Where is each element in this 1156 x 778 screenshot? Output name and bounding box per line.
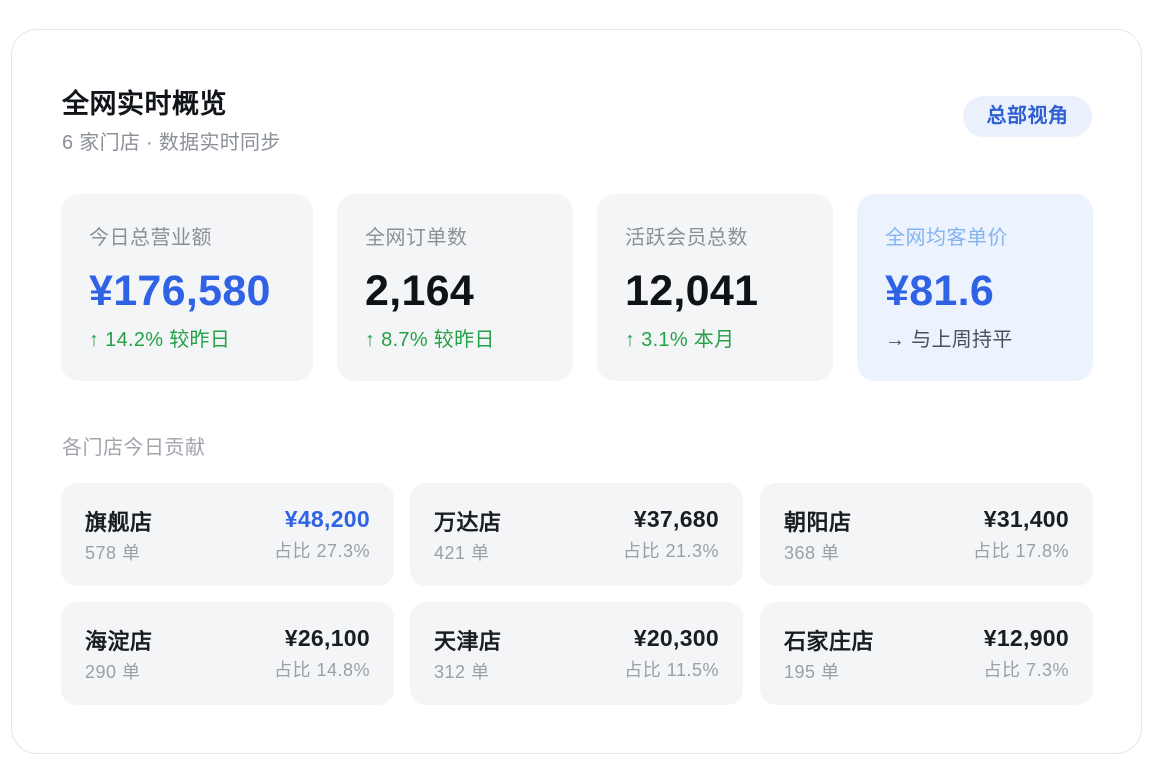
store-card-tianjin[interactable]: 天津店 312 单 ¥20,300 占比 11.5% — [410, 602, 743, 705]
stat-label: 全网均客单价 — [885, 227, 1008, 249]
store-orders: 290 单 — [85, 662, 141, 682]
stat-label: 活跃会员总数 — [625, 227, 748, 249]
store-share: 占比 27.3% — [273, 541, 370, 561]
stat-trend: → 与上周持平 — [885, 329, 1013, 351]
store-name: 万达店 — [434, 510, 502, 535]
page-title: 全网实时概览 — [62, 89, 227, 119]
store-orders: 312 单 — [434, 662, 490, 682]
stat-value: 2,164 — [365, 267, 475, 315]
store-orders: 195 单 — [784, 662, 840, 682]
store-amount: ¥31,400 — [983, 506, 1069, 532]
store-amount: ¥26,100 — [284, 625, 370, 651]
store-share: 占比 17.8% — [972, 541, 1069, 561]
store-orders: 368 单 — [784, 543, 840, 563]
store-name: 石家庄店 — [784, 629, 875, 654]
store-orders: 578 单 — [85, 543, 141, 563]
store-amount: ¥37,680 — [633, 506, 719, 532]
store-amount: ¥12,900 — [983, 625, 1069, 651]
store-card-shijiazhuang[interactable]: 石家庄店 195 单 ¥12,900 占比 7.3% — [760, 602, 1093, 705]
stat-card-revenue: 今日总营业额 ¥176,580 ↑ 14.2% 较昨日 — [61, 194, 313, 381]
stat-value: ¥81.6 — [885, 267, 995, 315]
stat-value: ¥176,580 — [89, 267, 271, 315]
page-subtitle: 6 家门店 · 数据实时同步 — [62, 132, 281, 154]
stat-label: 全网订单数 — [365, 227, 468, 249]
store-name: 天津店 — [434, 629, 502, 654]
section-label: 各门店今日贡献 — [62, 437, 206, 459]
stat-card-avg-ticket: 全网均客单价 ¥81.6 → 与上周持平 — [857, 194, 1093, 381]
stat-card-members: 活跃会员总数 12,041 ↑ 3.1% 本月 — [597, 194, 833, 381]
overview-card: 全网实时概览 6 家门店 · 数据实时同步 总部视角 今日总营业额 ¥176,5… — [11, 29, 1142, 754]
store-card-haidian[interactable]: 海淀店 290 单 ¥26,100 占比 14.8% — [61, 602, 394, 705]
stat-trend: ↑ 3.1% 本月 — [625, 329, 735, 351]
store-name: 海淀店 — [85, 629, 153, 654]
store-share: 占比 11.5% — [624, 660, 719, 680]
store-share: 占比 7.3% — [983, 660, 1069, 680]
store-share: 占比 14.8% — [273, 660, 370, 680]
store-card-flagship[interactable]: 旗舰店 578 单 ¥48,200 占比 27.3% — [61, 483, 394, 586]
stat-trend: ↑ 14.2% 较昨日 — [89, 329, 231, 351]
stat-card-orders: 全网订单数 2,164 ↑ 8.7% 较昨日 — [337, 194, 573, 381]
store-orders: 421 单 — [434, 543, 490, 563]
store-name: 旗舰店 — [85, 510, 153, 535]
store-name: 朝阳店 — [784, 510, 852, 535]
store-card-chaoyang[interactable]: 朝阳店 368 单 ¥31,400 占比 17.8% — [760, 483, 1093, 586]
store-share: 占比 21.3% — [622, 541, 719, 561]
store-amount: ¥48,200 — [284, 506, 370, 532]
stat-label: 今日总营业额 — [89, 227, 212, 249]
store-card-wanda[interactable]: 万达店 421 单 ¥37,680 占比 21.3% — [410, 483, 743, 586]
stat-trend: ↑ 8.7% 较昨日 — [365, 329, 495, 351]
store-amount: ¥20,300 — [633, 625, 719, 651]
stat-value: 12,041 — [625, 267, 759, 315]
view-badge[interactable]: 总部视角 — [963, 96, 1092, 137]
